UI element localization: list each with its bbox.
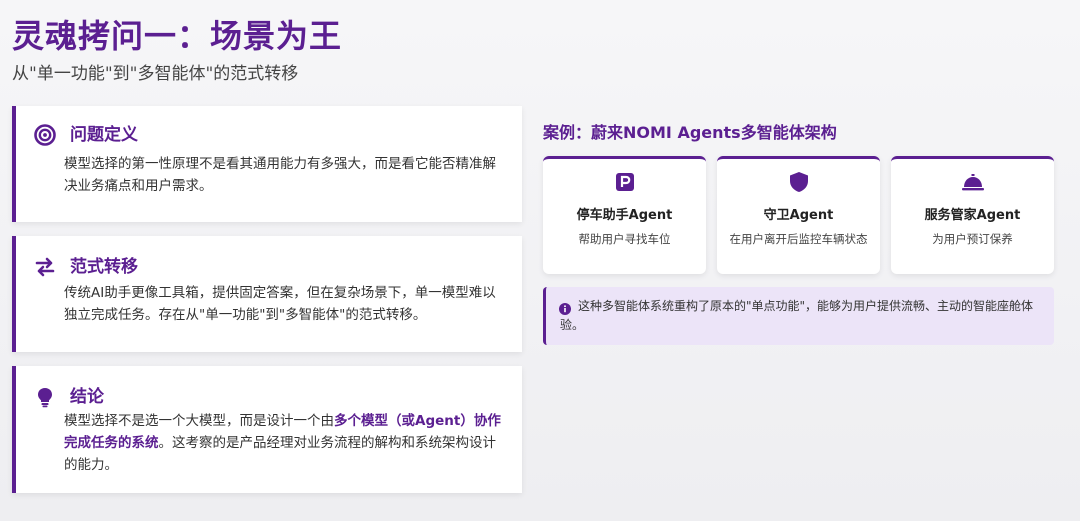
card-paradigm-shift: 范式转移 传统AI助手更像工具箱，提供固定答案，但在复杂场景下，单一模型难以独立… [12, 236, 522, 352]
parking-icon [615, 172, 635, 196]
card-heading: 结论 [70, 387, 104, 407]
agent-card-parking: 停车助手Agent 帮助用户寻找车位 [543, 156, 706, 274]
agent-card-guard: 守卫Agent 在用户离开后监控车辆状态 [717, 156, 880, 274]
card-conclusion: 结论 模型选择不是选一个大模型，而是设计一个由多个模型（或Agent）协作完成任… [12, 366, 522, 493]
target-icon [34, 124, 56, 146]
card-body: 模型选择不是选一个大模型，而是设计一个由多个模型（或Agent）协作完成任务的系… [64, 410, 506, 476]
page-title: 灵魂拷问一：场景为王 [12, 17, 343, 55]
agent-name: 守卫Agent [763, 208, 834, 223]
case-title: 案例：蔚来NOMI Agents多智能体架构 [543, 123, 837, 142]
agent-name: 服务管家Agent [924, 208, 1021, 223]
card-problem-definition: 问题定义 模型选择的第一性原理不是看其通用能力有多强大，而是看它能否精准解决业务… [12, 106, 522, 222]
swap-arrows-icon [34, 256, 56, 278]
concierge-bell-icon [961, 172, 985, 196]
agent-card-service: 服务管家Agent 为用户预订保养 [891, 156, 1054, 274]
card-body: 模型选择的第一性原理不是看其通用能力有多强大，而是看它能否精准解决业务痛点和用户… [64, 156, 496, 194]
info-note: 这种多智能体系统重构了原本的"单点功能"，能够为用户提供流畅、主动的智能座舱体验… [543, 287, 1054, 345]
agent-name: 停车助手Agent [576, 208, 673, 223]
agent-desc: 帮助用户寻找车位 [578, 232, 671, 246]
page-subtitle: 从"单一功能"到"多智能体"的范式转移 [12, 64, 299, 84]
agent-desc: 在用户离开后监控车辆状态 [729, 232, 868, 246]
card-heading: 问题定义 [70, 125, 138, 145]
agent-desc: 为用户预订保养 [932, 232, 1013, 246]
info-note-text: 这种多智能体系统重构了原本的"单点功能"，能够为用户提供流畅、主动的智能座舱体验… [560, 299, 1034, 332]
lightbulb-icon [34, 386, 56, 408]
shield-icon [789, 171, 809, 197]
card-body-text: 模型选择不是选一个大模型，而是设计一个由 [64, 413, 334, 429]
card-heading: 范式转移 [70, 257, 138, 277]
card-body: 传统AI助手更像工具箱，提供固定答案，但在复杂场景下，单一模型难以独立完成任务。… [64, 285, 496, 323]
